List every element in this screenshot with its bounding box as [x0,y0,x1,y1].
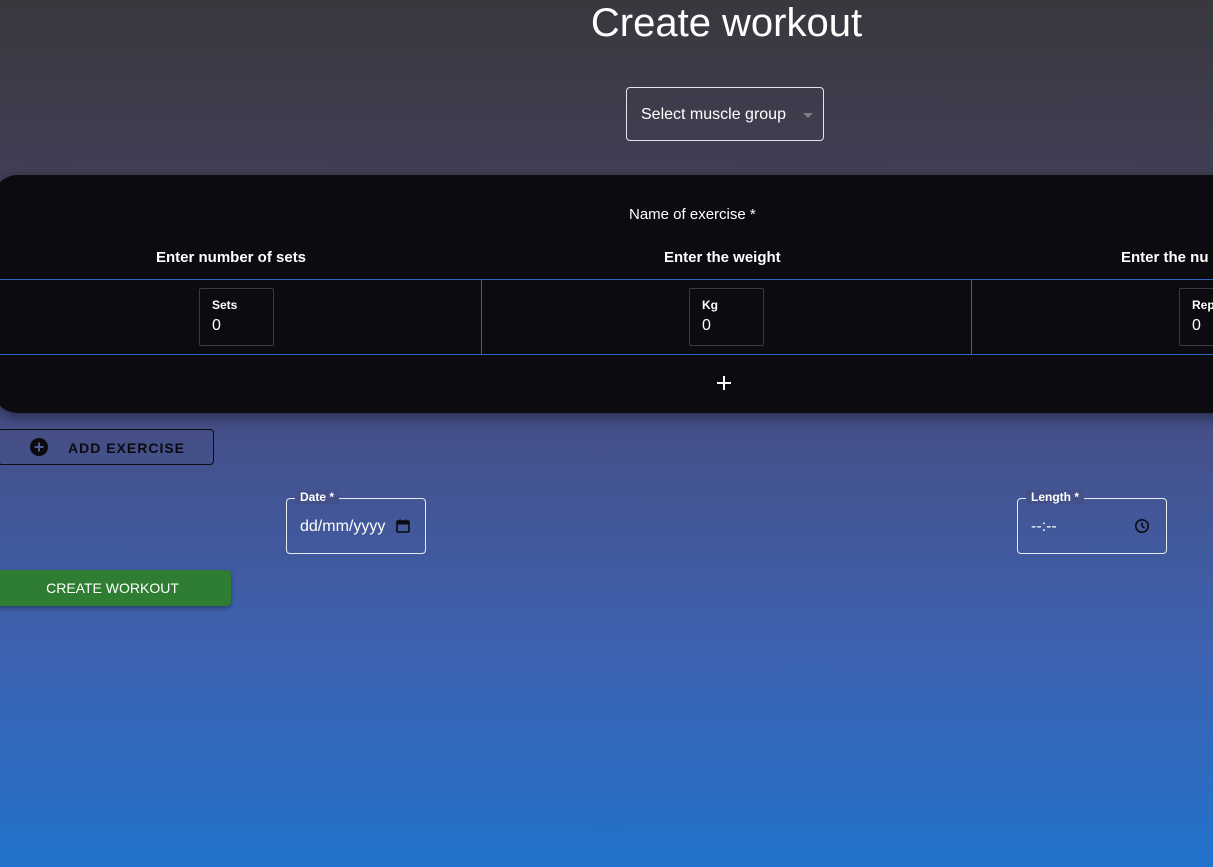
sets-input-label: Sets [212,298,238,312]
weight-column-header: Enter the weight [664,249,781,266]
plus-icon[interactable] [714,373,734,393]
date-field-value: dd/mm/yyyy [300,518,386,535]
weight-input-label: Kg [702,298,718,312]
calendar-icon[interactable] [395,518,411,534]
reps-input-value: 0 [1192,317,1201,334]
page-title: Create workout [590,1,863,45]
reps-input[interactable]: Rep 0 [1179,288,1213,346]
date-field-label: Date * [295,490,340,504]
reps-column-header: Enter the nu [1121,249,1209,266]
create-workout-button[interactable]: CREATE WORKOUT [0,570,231,606]
length-field-label: Length * [1026,490,1084,504]
reps-input-label: Rep [1192,298,1213,312]
table-row-divider-bottom [0,354,1213,355]
add-circle-icon [30,438,48,456]
sets-input[interactable]: Sets 0 [199,288,274,346]
chevron-down-icon [803,113,813,118]
muscle-group-select-value: Select muscle group [641,106,786,123]
create-workout-label: CREATE WORKOUT [46,580,179,596]
add-exercise-button[interactable]: ADD EXERCISE [0,429,214,465]
weight-input[interactable]: Kg 0 [689,288,764,346]
muscle-group-select[interactable]: Select muscle group [626,87,824,141]
table-column-divider [481,279,482,354]
exercise-card: Name of exercise * Enter number of sets … [0,175,1213,413]
table-column-divider [971,279,972,354]
date-field[interactable]: Date * dd/mm/yyyy [286,490,426,554]
length-field[interactable]: Length * --:-- [1017,490,1167,554]
length-field-value: --:-- [1031,518,1057,535]
sets-input-value: 0 [212,317,221,334]
clock-icon[interactable] [1134,518,1150,534]
add-exercise-label: ADD EXERCISE [68,440,186,456]
weight-input-value: 0 [702,317,711,334]
exercise-name-label[interactable]: Name of exercise * [629,206,756,224]
sets-column-header: Enter number of sets [156,249,307,266]
table-row-divider-top [0,279,1213,280]
